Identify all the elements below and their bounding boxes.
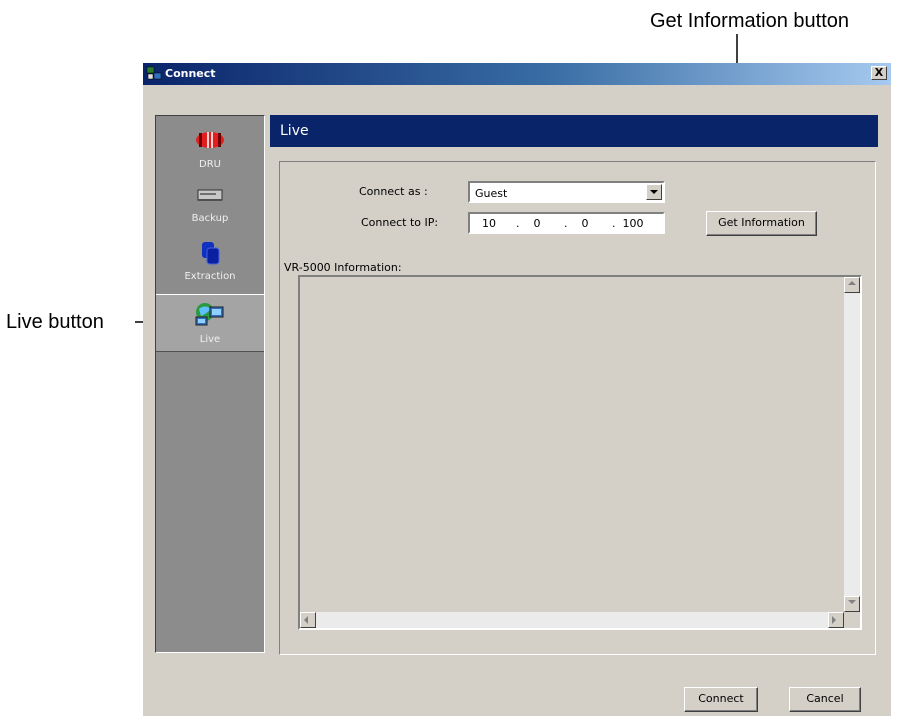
- get-information-button[interactable]: Get Information: [706, 211, 817, 236]
- sidebar-item-extraction[interactable]: Extraction: [156, 234, 264, 288]
- dropdown-arrow-button[interactable]: [646, 184, 662, 200]
- scroll-left-button[interactable]: [300, 612, 316, 628]
- arrow-down-icon: [848, 600, 856, 604]
- sidebar-item-label: Live: [199, 334, 221, 345]
- arrow-up-icon: [848, 281, 856, 285]
- connect-as-value: Guest: [475, 187, 508, 200]
- connect-as-dropdown[interactable]: Guest: [468, 181, 665, 203]
- ip-octet-2[interactable]: 0: [524, 217, 550, 230]
- info-text-area[interactable]: [298, 275, 862, 630]
- dru-icon: [196, 132, 224, 148]
- connect-button[interactable]: Connect: [684, 687, 758, 712]
- get-information-annotation: Get Information button: [650, 10, 850, 32]
- connect-window: Connect X DRU Backup Extraction Live Liv…: [143, 63, 891, 716]
- ip-address-field[interactable]: 10 . 0 . 0 . 100: [468, 212, 665, 234]
- vertical-scrollbar[interactable]: [844, 277, 860, 612]
- ip-separator: .: [612, 217, 616, 230]
- arrow-right-icon: [832, 616, 836, 624]
- info-label: VR-5000 Information:: [284, 261, 402, 274]
- chevron-down-icon: [650, 190, 658, 194]
- sidebar-item-backup[interactable]: Backup: [156, 176, 264, 230]
- ip-separator: .: [564, 217, 568, 230]
- sidebar-item-label: Backup: [191, 213, 229, 224]
- window-title: Connect: [165, 67, 216, 80]
- connect-ip-label: Connect to IP:: [361, 216, 439, 229]
- scroll-down-button[interactable]: [844, 596, 860, 612]
- sidebar-item-dru[interactable]: DRU: [156, 122, 264, 176]
- database-icon: [202, 242, 220, 265]
- ip-octet-3[interactable]: 0: [572, 217, 598, 230]
- ip-separator: .: [516, 217, 520, 230]
- horizontal-scrollbar[interactable]: [300, 612, 844, 628]
- sidebar-item-label: Extraction: [184, 271, 236, 282]
- scrollbar-corner: [844, 612, 860, 628]
- ip-octet-1[interactable]: 10: [476, 217, 502, 230]
- sidebar-item-label: DRU: [199, 159, 221, 170]
- ip-octet-4[interactable]: 100: [620, 217, 646, 230]
- title-bar[interactable]: Connect X: [143, 63, 891, 85]
- panel-title: Live: [280, 123, 309, 139]
- cancel-button[interactable]: Cancel: [789, 687, 861, 712]
- panel-header: Live: [270, 115, 878, 147]
- connect-window-icon: [146, 66, 162, 80]
- arrow-left-icon: [304, 616, 308, 624]
- live-annotation: Live button: [6, 311, 104, 333]
- network-globe-icon: [195, 303, 224, 326]
- backup-drive-icon: [197, 189, 223, 201]
- sidebar: DRU Backup Extraction Live: [155, 115, 265, 653]
- scroll-right-button[interactable]: [828, 612, 844, 628]
- sidebar-item-live[interactable]: Live: [156, 294, 264, 352]
- connect-as-label: Connect as :: [359, 185, 428, 198]
- close-button[interactable]: X: [871, 66, 887, 80]
- scroll-up-button[interactable]: [844, 277, 860, 293]
